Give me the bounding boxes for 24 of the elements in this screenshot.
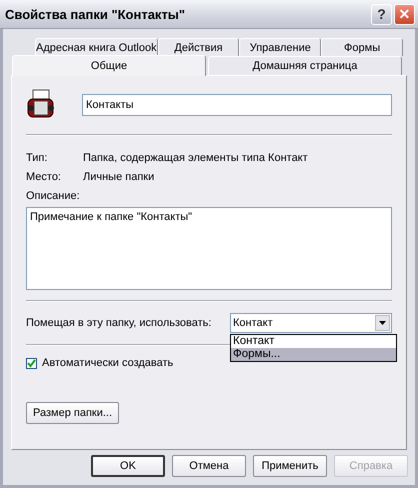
dialog-button[interactable]: OK [91,455,165,477]
checkbox[interactable] [26,358,37,368]
tab[interactable]: Домашняя страница [208,56,402,75]
info-value: Личные папки [83,170,154,182]
description-field[interactable]: Примечание к папке "Контакты" [26,207,392,290]
info-label: Тип: [26,152,48,164]
info-value: Папка, содержащая элементы типа Контакт [83,152,308,164]
help-button[interactable]: ? [371,4,392,24]
tab[interactable]: Управление [239,38,322,56]
checkbox-label: Автоматически создавать [42,357,174,369]
dialog-button[interactable]: Применить [253,455,327,477]
folder-size-button[interactable]: Размер папки... [26,402,120,424]
dialog-button[interactable]: Отмена [172,455,246,477]
folder-name-field[interactable]: Контакты [82,94,392,116]
tab[interactable]: Действия [158,38,240,56]
info-label: Место: [26,170,62,182]
description-label: Описание: [26,190,80,202]
dropdown-option[interactable]: Контакт [231,335,396,348]
form-label: Помещая в эту папку, использовать: [26,317,212,329]
tab[interactable]: Общие [12,55,206,76]
tab[interactable]: Адресная книга Outlook [35,38,158,56]
window-title: Свойства папки "Контакты" [5,6,186,22]
dropdown-option[interactable]: Формы... [231,348,396,361]
tab[interactable]: Формы [321,38,403,56]
